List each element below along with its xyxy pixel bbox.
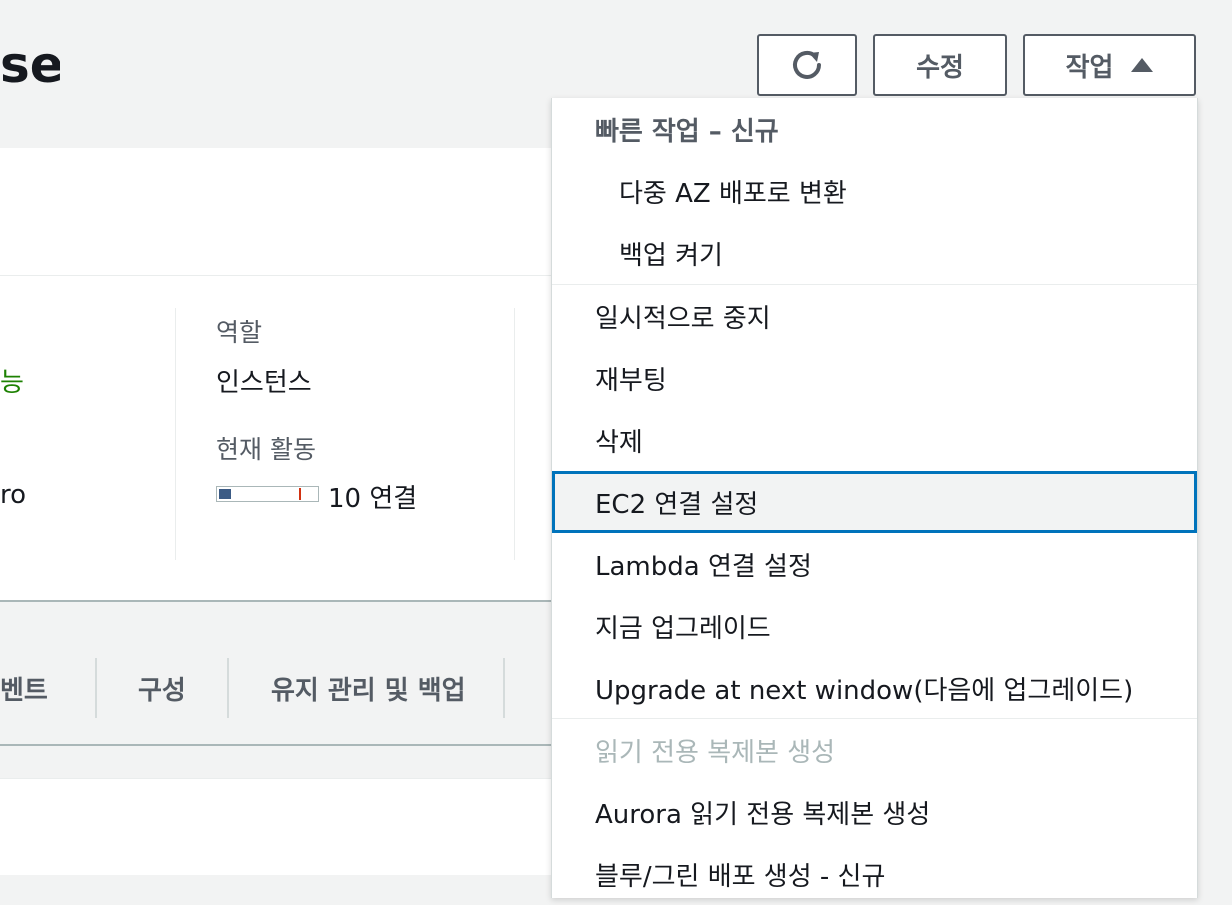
menu-item-delete[interactable]: 삭제 xyxy=(552,409,1197,471)
connectivity-panel-band xyxy=(0,148,560,276)
menu-item-create-read-replica: 읽기 전용 복제본 생성 xyxy=(595,737,836,768)
activity-label: 현재 활동 xyxy=(216,435,316,464)
menu-item-setup-ec2-connection[interactable]: EC2 연결 설정 xyxy=(552,471,1197,533)
role-label: 역할 xyxy=(216,318,263,347)
menu-item-convert-multi-az[interactable]: 다중 AZ 배포로 변환 xyxy=(552,160,1197,222)
menu-item-upgrade-now[interactable]: 지금 업그레이드 xyxy=(552,595,1197,657)
tab-events[interactable]: 벤트 xyxy=(0,658,48,718)
tab-content-panel xyxy=(0,778,560,875)
class-value: ro xyxy=(0,480,27,510)
tab-separator xyxy=(227,658,229,718)
status-value: 능 xyxy=(0,368,24,398)
tab-separator xyxy=(95,658,97,718)
menu-group-quick-actions: 빠른 작업 – 신규 xyxy=(595,116,779,147)
page-title: se xyxy=(0,36,60,94)
menu-item-reboot[interactable]: 재부팅 xyxy=(552,347,1197,409)
tab-separator xyxy=(503,658,505,718)
caret-up-icon xyxy=(1131,58,1154,72)
actions-button-label: 작업 xyxy=(1065,52,1114,83)
menu-item-create-blue-green-deployment[interactable]: 블루/그린 배포 생성 - 신규 xyxy=(552,843,1197,905)
edit-button[interactable]: 수정 xyxy=(873,34,1007,96)
activity-meter-threshold xyxy=(299,488,301,500)
activity-meter xyxy=(216,486,319,502)
tab-bar: 벤트 구성 유지 관리 및 백업 xyxy=(0,630,560,746)
menu-item-setup-lambda-connection[interactable]: Lambda 연결 설정 xyxy=(552,533,1197,595)
actions-button[interactable]: 작업 xyxy=(1023,34,1196,96)
role-value: 인스턴스 xyxy=(216,368,312,398)
refresh-button[interactable] xyxy=(757,34,857,96)
tab-configuration[interactable]: 구성 xyxy=(138,658,186,718)
activity-meter-fill xyxy=(219,489,231,499)
summary-divider xyxy=(514,308,515,560)
menu-item-upgrade-next-window[interactable]: Upgrade at next window(다음에 업그레이드) xyxy=(552,657,1197,719)
menu-item-enable-backups[interactable]: 백업 켜기 xyxy=(552,222,1197,284)
menu-item-stop-temporarily[interactable]: 일시적으로 중지 xyxy=(552,285,1197,347)
menu-item-create-aurora-read-replica[interactable]: Aurora 읽기 전용 복제본 생성 xyxy=(552,781,1197,843)
edit-button-label: 수정 xyxy=(916,52,964,83)
activity-value: 10 연결 xyxy=(328,484,418,514)
summary-divider xyxy=(175,308,176,560)
tab-maintenance-backups[interactable]: 유지 관리 및 백업 xyxy=(271,658,466,718)
refresh-icon xyxy=(793,50,821,79)
actions-dropdown-menu: 빠른 작업 – 신규 다중 AZ 배포로 변환 백업 켜기 일시적으로 중지 재… xyxy=(551,98,1198,898)
